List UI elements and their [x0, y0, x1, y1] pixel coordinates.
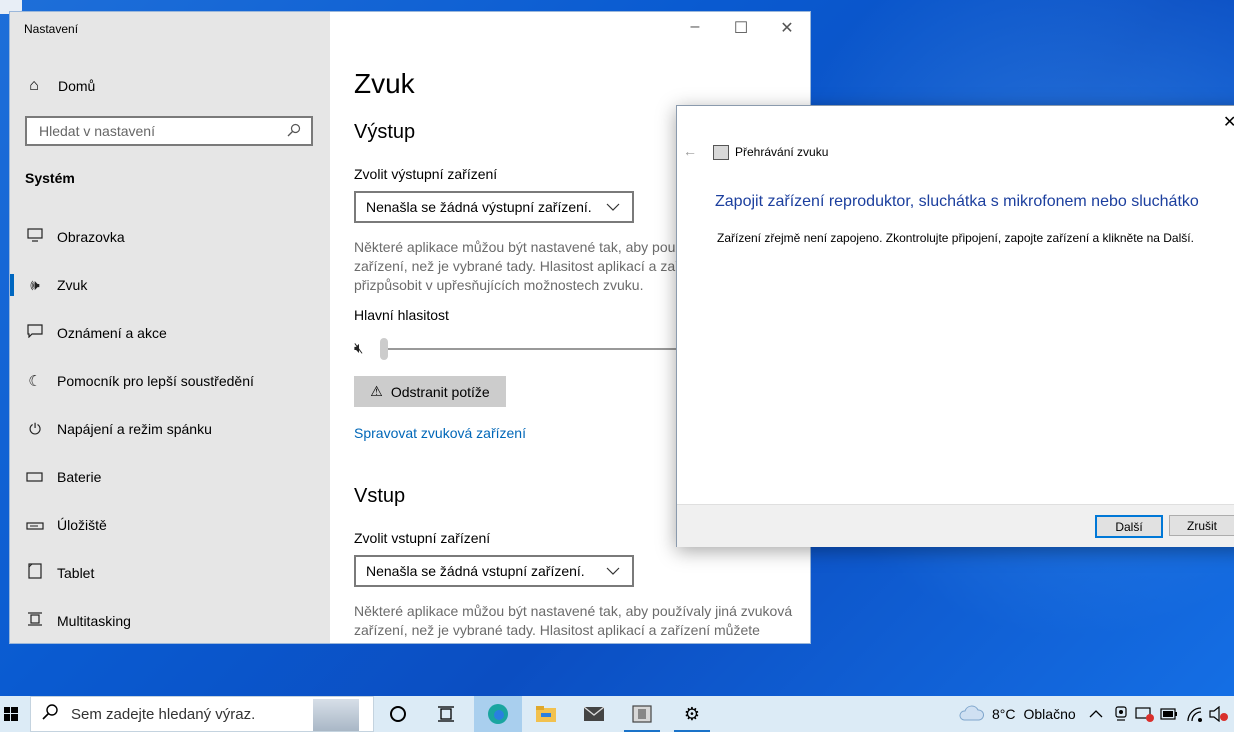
- volume-muted-icon[interactable]: [1209, 696, 1229, 732]
- output-device-label: Zvolit výstupní zařízení: [354, 166, 498, 182]
- weather-widget[interactable]: 8°C Oblačno: [958, 696, 1076, 732]
- settings-sidebar: Nastavení ⌂ Domů Hledat v nastavení Syst…: [10, 12, 330, 643]
- sidebar-item-label: Tablet: [57, 565, 95, 581]
- next-button[interactable]: Další: [1095, 515, 1163, 538]
- moon-icon: ☾: [28, 373, 42, 390]
- sidebar-item-label: Multitasking: [57, 613, 131, 629]
- search-placeholder: Hledat v nastavení: [39, 123, 155, 139]
- dialog-heading: Zapojit zařízení reproduktor, sluchátka …: [715, 193, 1199, 210]
- network-icon[interactable]: [1186, 696, 1204, 732]
- sidebar-item-label: Pomocník pro lepší soustředění: [57, 373, 254, 389]
- sidebar-item-label: Napájení a režim spánku: [57, 421, 212, 437]
- dialog-app-title: Přehrávání zvuku: [735, 145, 829, 159]
- weather-temperature: 8°C: [992, 706, 1016, 722]
- meet-now-icon[interactable]: [1114, 696, 1128, 732]
- cortana-button[interactable]: [374, 696, 422, 732]
- task-view-button[interactable]: [422, 696, 470, 732]
- notification-icon: [24, 324, 46, 342]
- tablet-icon: [24, 563, 46, 583]
- minimize-button[interactable]: –: [672, 18, 718, 36]
- sidebar-item-battery[interactable]: Baterie: [10, 459, 330, 495]
- speaker-icon: 🕪: [30, 276, 40, 294]
- chevron-down-icon: [606, 200, 626, 214]
- sidebar-item-notifications[interactable]: Oznámení a akce: [10, 315, 330, 351]
- battery-icon: [24, 469, 46, 486]
- window-title: Nastavení: [24, 22, 79, 36]
- troubleshoot-button[interactable]: ⚠ Odstranit potíže: [354, 376, 506, 407]
- sidebar-item-label: Obrazovka: [57, 229, 125, 245]
- troubleshooter-taskbar-icon[interactable]: [618, 696, 666, 732]
- maximize-button[interactable]: ☐: [718, 18, 764, 38]
- troubleshooter-app-icon: [713, 145, 729, 160]
- mute-icon[interactable]: 🔇︎: [354, 340, 380, 357]
- output-heading: Výstup: [354, 121, 416, 143]
- cancel-button[interactable]: Zrušit: [1169, 515, 1234, 536]
- settings-search-input[interactable]: Hledat v nastavení: [25, 116, 313, 146]
- description-line: zařízení, než je vybrané tady. Hlasitost…: [354, 622, 760, 638]
- start-button[interactable]: [0, 696, 22, 732]
- taskbar-search-placeholder: Sem zadejte hledaný výraz.: [71, 705, 256, 723]
- weather-condition: Oblačno: [1023, 706, 1076, 722]
- troubleshoot-label: Odstranit potíže: [390, 383, 490, 400]
- battery-icon[interactable]: [1160, 696, 1178, 732]
- sidebar-item-label: Baterie: [57, 469, 102, 485]
- input-heading: Vstup: [354, 485, 406, 507]
- show-hidden-icons-button[interactable]: [1089, 696, 1103, 732]
- volume-label: Hlavní hlasitost: [354, 307, 449, 323]
- chevron-down-icon: [606, 564, 626, 578]
- output-device-dropdown[interactable]: Nenašla se žádná výstupní zařízení.: [354, 191, 634, 223]
- home-link[interactable]: ⌂ Domů: [24, 74, 95, 98]
- sidebar-item-label: Úložiště: [57, 517, 107, 533]
- warning-icon: ⚠: [370, 383, 383, 399]
- taskbar-search-input[interactable]: Sem zadejte hledaný výraz.: [30, 696, 374, 732]
- sidebar-item-focus-assist[interactable]: ☾ Pomocník pro lepší soustředění: [10, 363, 330, 399]
- cloud-icon: [958, 705, 985, 724]
- sidebar-item-label: Zvuk: [57, 277, 88, 293]
- sidebar-item-display[interactable]: Obrazovka: [10, 219, 330, 255]
- storage-icon: [24, 517, 46, 534]
- file-explorer-icon[interactable]: [522, 696, 570, 732]
- sidebar-item-label: Oznámení a akce: [57, 325, 167, 341]
- search-icon: [287, 123, 305, 140]
- taskbar: Sem zadejte hledaný výraz. ⚙ 8°C Oblačno: [0, 696, 1234, 732]
- page-title: Zvuk: [354, 68, 415, 99]
- description-line: Některé aplikace můžou být nastavené tak…: [354, 603, 793, 619]
- troubleshooter-dialog: ✕ ← Přehrávání zvuku Zapojit zařízení re…: [676, 105, 1234, 547]
- power-icon: ⏻: [29, 420, 41, 438]
- close-icon[interactable]: ✕: [1223, 112, 1234, 132]
- close-button[interactable]: ✕: [764, 18, 810, 38]
- sidebar-item-sound[interactable]: 🕪 Zvuk: [10, 267, 330, 303]
- sidebar-item-tablet[interactable]: Tablet: [10, 555, 330, 591]
- input-device-dropdown[interactable]: Nenašla se žádná vstupní zařízení.: [354, 555, 634, 587]
- home-label: Domů: [58, 78, 96, 94]
- input-description: Některé aplikace můžou být nastavené tak…: [354, 602, 804, 640]
- volume-slider-thumb[interactable]: [380, 337, 388, 360]
- input-device-value: Nenašla se žádná vstupní zařízení.: [366, 563, 585, 579]
- input-device-label: Zvolit vstupní zařízení: [354, 530, 491, 546]
- output-device-value: Nenašla se žádná výstupní zařízení.: [366, 199, 592, 215]
- volume-slider[interactable]: [380, 337, 700, 360]
- search-icon: [41, 703, 65, 726]
- sidebar-item-multitasking[interactable]: Multitasking: [10, 603, 330, 639]
- sidebar-item-power[interactable]: ⏻ Napájení a režim spánku: [10, 411, 330, 447]
- section-title: Systém: [25, 170, 75, 186]
- onedrive-error-icon[interactable]: [1135, 696, 1155, 732]
- search-highlight-image: [313, 699, 359, 731]
- multitasking-icon: [24, 611, 46, 631]
- settings-gear-icon[interactable]: ⚙: [668, 696, 716, 732]
- volume-control: 🔇︎: [354, 337, 700, 360]
- edge-browser-icon[interactable]: [474, 696, 522, 732]
- sidebar-item-storage[interactable]: Úložiště: [10, 507, 330, 543]
- monitor-icon: [24, 228, 46, 246]
- home-icon: ⌂: [29, 77, 39, 94]
- manage-sound-devices-link[interactable]: Spravovat zvuková zařízení: [354, 425, 526, 441]
- back-arrow-icon[interactable]: ←: [683, 143, 697, 159]
- mail-icon[interactable]: [570, 696, 618, 732]
- dialog-message: Zařízení zřejmě není zapojeno. Zkontrolu…: [717, 231, 1194, 245]
